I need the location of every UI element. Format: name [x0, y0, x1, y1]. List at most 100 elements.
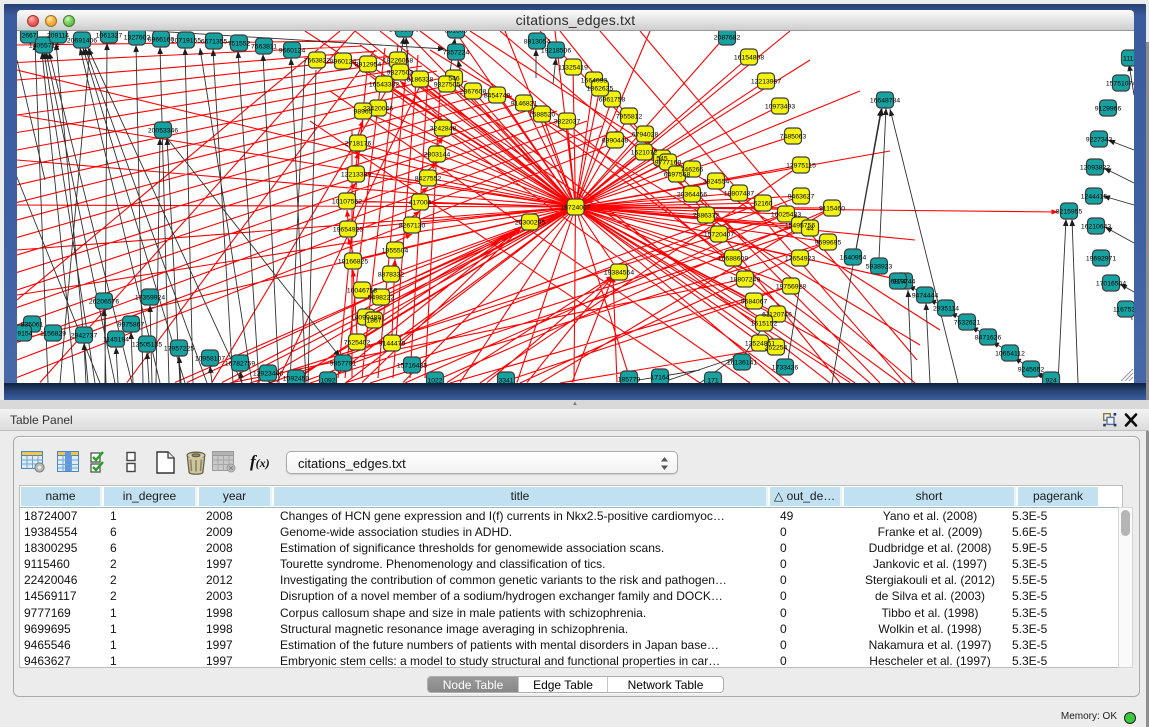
- svg-text:16136141: 16136141: [727, 359, 757, 366]
- svg-text:9699695: 9699695: [815, 239, 842, 246]
- svg-text:417004: 417004: [409, 199, 432, 206]
- svg-text:17957225: 17957225: [164, 345, 194, 352]
- svg-text:16210643: 16210643: [1081, 223, 1111, 230]
- svg-text:6874: 6874: [890, 278, 905, 285]
- svg-text:5938923: 5938923: [866, 263, 893, 270]
- svg-text:1156829: 1156829: [40, 330, 66, 337]
- svg-text:8454749: 8454749: [484, 92, 511, 99]
- svg-text:9327505: 9327505: [434, 81, 461, 88]
- svg-text:17654923: 17654923: [785, 255, 815, 262]
- svg-text:2667: 2667: [21, 32, 36, 39]
- svg-text:2367608: 2367608: [460, 88, 487, 95]
- svg-text:1615152: 1615152: [751, 320, 778, 327]
- svg-text:19166825: 19166825: [338, 258, 368, 265]
- svg-text:15716485: 15716485: [397, 362, 427, 369]
- svg-text:10025433: 10025433: [771, 211, 801, 218]
- svg-text:10973493: 10973493: [765, 103, 795, 110]
- svg-text:17359924: 17359924: [135, 294, 165, 301]
- svg-text:1640954: 1640954: [840, 254, 867, 261]
- svg-text:2942737: 2942737: [71, 332, 98, 339]
- svg-text:15720407: 15720407: [704, 231, 734, 238]
- svg-text:12975115: 12975115: [786, 162, 816, 169]
- svg-text:751552: 751552: [228, 40, 251, 47]
- svg-text:7625402: 7625402: [344, 339, 371, 346]
- svg-text:26206576: 26206576: [89, 298, 119, 305]
- svg-text:3822037: 3822037: [554, 118, 581, 125]
- svg-text:7663822: 7663822: [304, 57, 331, 64]
- svg-text:2935114: 2935114: [933, 305, 959, 312]
- svg-text:20053346: 20053346: [148, 127, 178, 134]
- svg-text:10688609: 10688609: [718, 255, 748, 262]
- svg-text:1061327: 1061327: [96, 32, 123, 39]
- svg-text:1588520: 1588520: [529, 111, 556, 118]
- svg-text:25300295: 25300295: [515, 219, 545, 226]
- svg-text:9463627: 9463627: [788, 193, 815, 200]
- svg-text:9777169: 9777169: [655, 159, 682, 166]
- svg-text:746266: 746266: [681, 166, 704, 173]
- svg-text:12093822: 12093822: [1080, 164, 1110, 171]
- svg-text:10719155: 10719155: [171, 37, 201, 44]
- svg-text:39154: 39154: [17, 330, 33, 337]
- svg-text:3242848: 3242848: [430, 125, 457, 132]
- svg-text:8878332: 8878332: [378, 271, 405, 278]
- svg-text:8186328: 8186328: [407, 76, 434, 83]
- svg-text:7386372: 7386372: [693, 212, 720, 219]
- svg-text:8471626: 8471626: [975, 334, 1002, 341]
- svg-text:16543382: 16543382: [369, 81, 399, 88]
- svg-text:16648784: 16648784: [870, 97, 900, 104]
- svg-text:6990448: 6990448: [602, 137, 629, 144]
- svg-text:6961758: 6961758: [599, 96, 626, 103]
- svg-text:2087682: 2087682: [714, 34, 741, 41]
- svg-text:5498222: 5498222: [368, 294, 395, 301]
- svg-text:20364456: 20364456: [677, 191, 707, 198]
- svg-text:9660124: 9660124: [279, 47, 306, 54]
- svg-text:1112: 1112: [1123, 55, 1134, 62]
- svg-text:1621072: 1621072: [631, 149, 658, 156]
- svg-text:8427552: 8427552: [415, 175, 442, 182]
- svg-text:7955812: 7955812: [616, 113, 643, 120]
- svg-text:18226058: 18226058: [383, 57, 413, 64]
- svg-text:11325419: 11325419: [558, 64, 588, 71]
- svg-text:9129966: 9129966: [1095, 105, 1122, 112]
- svg-text:8813054: 8813054: [524, 38, 551, 45]
- svg-text:7663811: 7663811: [251, 43, 277, 50]
- svg-text:1167533: 1167533: [1113, 306, 1134, 313]
- svg-text:7357224: 7357224: [443, 49, 470, 56]
- svg-text:16154808: 16154808: [734, 54, 764, 61]
- svg-text:9115460: 9115460: [819, 205, 845, 212]
- svg-text:12505135: 12505135: [132, 341, 162, 348]
- svg-text:881309: 881309: [445, 31, 468, 34]
- svg-text:8960124: 8960124: [330, 58, 357, 65]
- svg-text:9146821: 9146821: [511, 100, 538, 107]
- svg-text:1362625: 1362625: [587, 85, 614, 92]
- svg-text:16033809: 16033809: [389, 31, 419, 33]
- svg-text:9327503: 9327503: [387, 69, 414, 76]
- svg-text:20691406: 20691406: [67, 37, 97, 44]
- svg-text:2803144: 2803144: [424, 151, 451, 158]
- svg-text:14055714: 14055714: [29, 42, 59, 49]
- svg-text:98965: 98965: [354, 108, 373, 115]
- svg-text:252254: 252254: [765, 344, 788, 351]
- svg-text:1733426: 1733426: [772, 364, 799, 371]
- svg-text:7485063: 7485063: [780, 133, 807, 140]
- svg-text:2718176: 2718176: [345, 140, 372, 147]
- svg-text:1145194: 1145194: [103, 336, 129, 343]
- svg-text:8912954: 8912954: [355, 61, 382, 68]
- svg-text:17164: 17164: [651, 374, 670, 381]
- svg-text:19692971: 19692971: [1086, 255, 1116, 262]
- svg-text:44: 44: [806, 225, 814, 232]
- svg-text:9474444: 9474444: [912, 292, 939, 299]
- svg-text:1664093: 1664093: [581, 77, 608, 84]
- svg-text:1092450: 1092450: [283, 375, 310, 382]
- svg-text:9227343: 9227343: [1086, 136, 1113, 143]
- svg-text:1955504: 1955504: [382, 247, 409, 254]
- svg-text:9144479: 9144479: [379, 340, 406, 347]
- svg-text:6794028: 6794028: [632, 131, 659, 138]
- svg-text:12213967: 12213967: [751, 78, 781, 85]
- svg-text:1867: 1867: [366, 317, 381, 324]
- svg-text:7632621: 7632621: [954, 319, 981, 326]
- svg-text:10654112: 10654112: [995, 350, 1025, 357]
- svg-text:18807249: 18807249: [730, 276, 760, 283]
- svg-text:17016504: 17016504: [1096, 280, 1126, 287]
- svg-text:62160: 62160: [754, 200, 773, 207]
